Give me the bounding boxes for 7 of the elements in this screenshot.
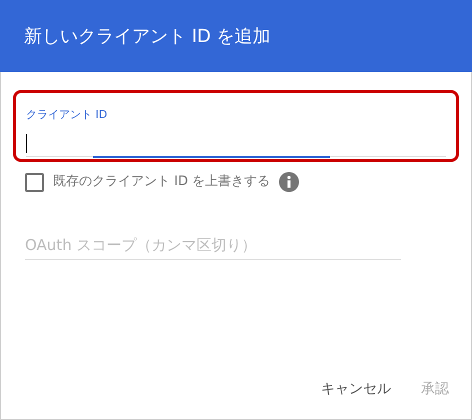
overwrite-label: 既存のクライアント ID を上書きする (53, 173, 270, 192)
dialog-button[interactable]: キャンセル (313, 371, 399, 407)
overwrite-checkbox[interactable] (25, 172, 44, 192)
dialog-title: 新しいクライアント ID を追加 (24, 24, 271, 48)
client-id-label: クライアント ID (26, 107, 108, 123)
info-icon[interactable] (279, 172, 300, 192)
scope-field[interactable]: OAuth スコープ（カンマ区切り） (25, 230, 401, 260)
